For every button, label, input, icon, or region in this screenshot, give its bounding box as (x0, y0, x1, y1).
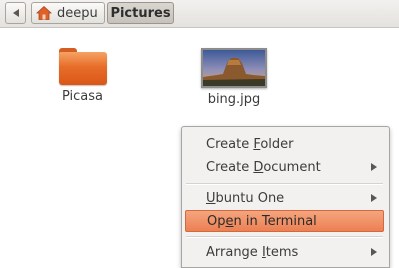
submenu-arrow-icon (371, 194, 377, 202)
menu-item-label: Open in Terminal (207, 213, 317, 229)
file-name: Picasa (61, 89, 104, 104)
file-item-bing[interactable]: bing.jpg (197, 48, 271, 107)
breadcrumb-pictures[interactable]: Pictures (107, 2, 174, 24)
path-bar: deepu Pictures (0, 0, 399, 28)
menu-item-label: Create Folder (206, 136, 294, 152)
image-thumbnail (201, 48, 267, 88)
triangle-left-icon (12, 9, 19, 17)
menu-item-ubuntu-one[interactable]: Ubuntu One (185, 187, 384, 209)
submenu-arrow-icon (371, 163, 377, 171)
back-button[interactable] (5, 2, 26, 24)
submenu-arrow-icon (371, 248, 377, 256)
file-name: bing.jpg (207, 92, 261, 107)
menu-separator (186, 236, 383, 238)
context-menu: Create Folder Create Document Ubuntu One… (181, 126, 390, 268)
menu-item-arrange-items[interactable]: Arrange Items (185, 241, 384, 263)
menu-item-create-document[interactable]: Create Document (185, 156, 384, 178)
menu-item-label: Create Document (206, 159, 321, 175)
breadcrumb-pictures-label: Pictures (110, 5, 171, 21)
menu-item-open-in-terminal[interactable]: Open in Terminal (185, 210, 384, 232)
menu-item-label: Arrange Items (206, 244, 299, 260)
folder-icon (58, 48, 107, 85)
menu-separator (186, 183, 383, 185)
menu-item-label: Ubuntu One (206, 190, 285, 206)
breadcrumb-home[interactable]: deepu (31, 2, 105, 24)
menu-item-create-folder[interactable]: Create Folder (185, 133, 384, 155)
file-item-picasa[interactable]: Picasa (55, 48, 110, 104)
home-icon (36, 5, 52, 20)
breadcrumb-home-label: deepu (57, 5, 98, 21)
